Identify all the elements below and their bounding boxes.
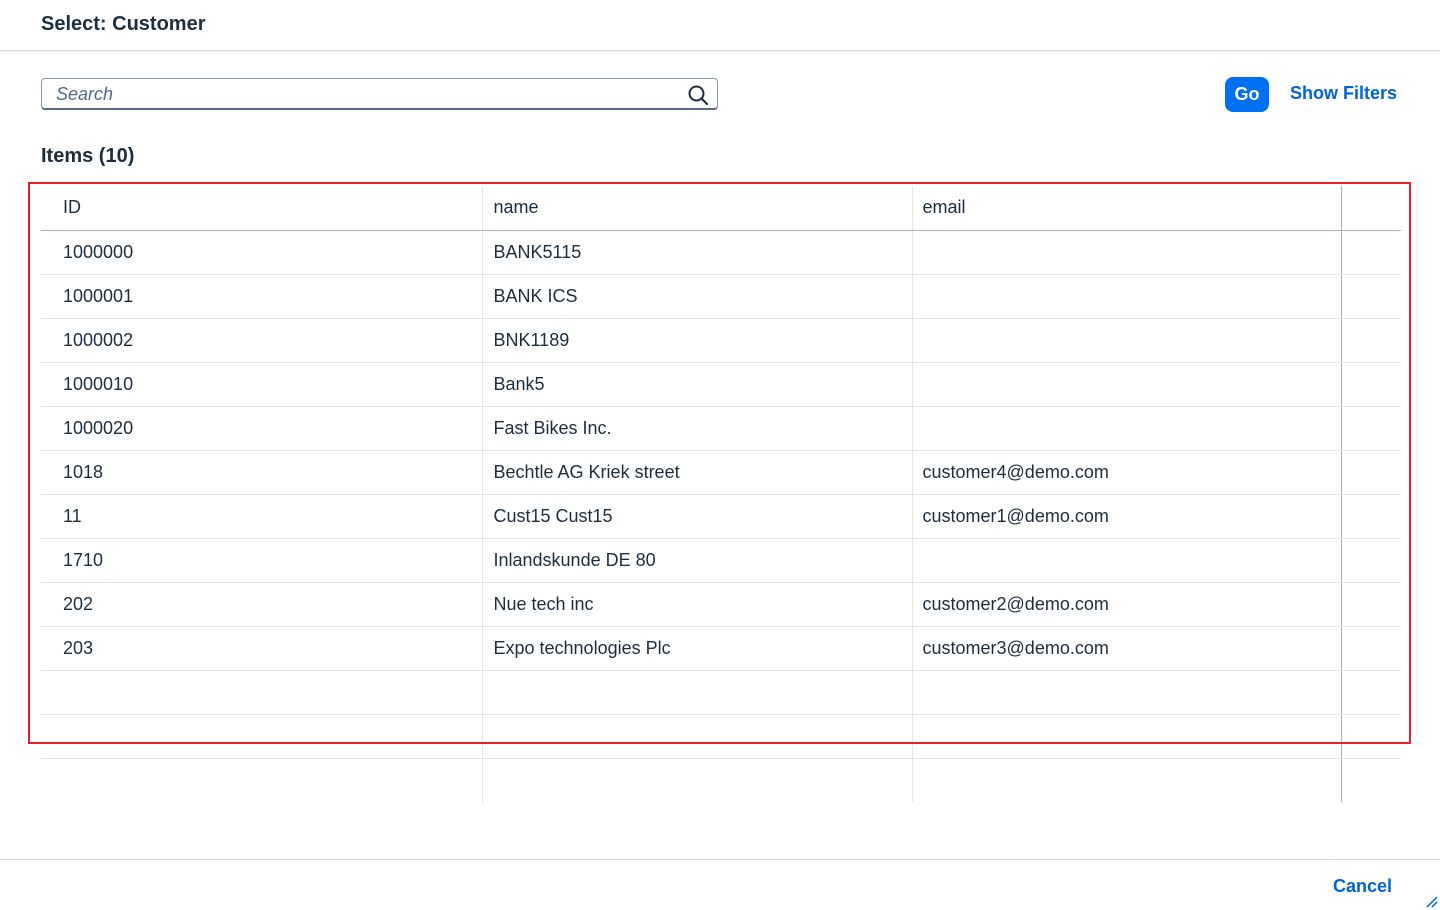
table-row[interactable]: 1000000 BANK5115 — [41, 230, 1401, 275]
table-row[interactable]: 202 Nue tech inc customer2@demo.com — [41, 582, 1401, 627]
show-filters-link[interactable]: Show Filters — [1290, 83, 1397, 104]
items-title: Items (10) — [41, 145, 135, 167]
empty-cell — [481, 758, 912, 802]
cell-id: 11 — [41, 494, 482, 539]
cell-email — [911, 318, 1341, 363]
search-input[interactable] — [43, 80, 673, 108]
cell-filler — [1340, 538, 1401, 583]
cell-email: customer2@demo.com — [911, 582, 1341, 627]
cell-id: 1000002 — [41, 318, 482, 363]
cell-email — [911, 362, 1341, 407]
table-row[interactable]: 11 Cust15 Cust15 customer1@demo.com — [41, 494, 1401, 539]
empty-cell — [911, 758, 1341, 802]
select-customer-dialog: Select: Customer Go Show Filters Items (… — [0, 0, 1440, 910]
search-icon[interactable] — [687, 84, 709, 106]
table-row[interactable]: 1000001 BANK ICS — [41, 274, 1401, 319]
dialog-header: Select: Customer — [0, 0, 1440, 51]
customer-table: ID name email 1000000 BANK5115 1000001 BANK… — [41, 186, 1401, 805]
cell-name: Bank5 — [481, 362, 912, 407]
cell-name: Cust15 Cust15 — [481, 494, 912, 539]
dialog-footer: Cancel — [0, 859, 1440, 910]
cell-email — [911, 230, 1341, 275]
cell-name: Bechtle AG Kriek street — [481, 450, 912, 495]
cell-id: 1000001 — [41, 274, 482, 319]
table-body: 1000000 BANK5115 1000001 BANK ICS 1000002 BNK… — [41, 230, 1401, 802]
empty-cell — [1340, 714, 1401, 759]
cell-filler — [1340, 362, 1401, 407]
cell-email: customer4@demo.com — [911, 450, 1341, 495]
table-row[interactable]: 1710 Inlandskunde DE 80 — [41, 538, 1401, 583]
cell-id: 1000010 — [41, 362, 482, 407]
cell-filler — [1340, 230, 1401, 275]
empty-cell — [481, 670, 912, 715]
cell-filler — [1340, 626, 1401, 671]
empty-cell — [1340, 758, 1401, 802]
column-header-email[interactable]: email — [911, 186, 1341, 231]
cell-email — [911, 274, 1341, 319]
cell-filler — [1340, 318, 1401, 363]
cell-email: customer1@demo.com — [911, 494, 1341, 539]
cell-name: Inlandskunde DE 80 — [481, 538, 912, 583]
table-row[interactable]: 1000020 Fast Bikes Inc. — [41, 406, 1401, 451]
cell-id: 1000020 — [41, 406, 482, 451]
cell-filler — [1340, 582, 1401, 627]
table-row[interactable]: 203 Expo technologies Plc customer3@demo.c… — [41, 626, 1401, 671]
empty-table-row — [41, 670, 1401, 715]
cell-id: 1000000 — [41, 230, 482, 275]
empty-cell — [41, 758, 482, 802]
cell-id: 1018 — [41, 450, 482, 495]
cell-name: Nue tech inc — [481, 582, 912, 627]
empty-cell — [911, 670, 1341, 715]
cell-name: Expo technologies Plc — [481, 626, 912, 671]
cancel-button[interactable]: Cancel — [1333, 876, 1392, 897]
cell-filler — [1340, 406, 1401, 451]
empty-cell — [911, 714, 1341, 759]
cell-id: 1710 — [41, 538, 482, 583]
empty-table-row — [41, 714, 1401, 759]
cell-email: customer3@demo.com — [911, 626, 1341, 671]
cell-filler — [1340, 450, 1401, 495]
cell-email — [911, 538, 1341, 583]
empty-cell — [481, 714, 912, 759]
cell-id: 203 — [41, 626, 482, 671]
search-field[interactable] — [41, 78, 718, 110]
cell-id: 202 — [41, 582, 482, 627]
go-button[interactable]: Go — [1225, 77, 1269, 112]
column-header-id[interactable]: ID — [41, 186, 482, 231]
table-header-row: ID name email — [41, 186, 1401, 231]
cell-name: BANK ICS — [481, 274, 912, 319]
cell-email — [911, 406, 1341, 451]
cell-name: Fast Bikes Inc. — [481, 406, 912, 451]
cell-name: BNK1189 — [481, 318, 912, 363]
empty-cell — [1340, 670, 1401, 715]
cell-name: BANK5115 — [481, 230, 912, 275]
table-row[interactable]: 1000010 Bank5 — [41, 362, 1401, 407]
table-row[interactable]: 1018 Bechtle AG Kriek street customer4@dem… — [41, 450, 1401, 495]
column-header-filler — [1340, 186, 1401, 231]
empty-cell — [41, 714, 482, 759]
cell-filler — [1340, 274, 1401, 319]
cell-filler — [1340, 494, 1401, 539]
resize-handle-icon[interactable] — [1426, 896, 1438, 908]
table-row[interactable]: 1000002 BNK1189 — [41, 318, 1401, 363]
column-header-name[interactable]: name — [481, 186, 912, 231]
dialog-title: Select: Customer — [41, 13, 206, 35]
empty-table-row — [41, 758, 1401, 802]
empty-cell — [41, 670, 482, 715]
